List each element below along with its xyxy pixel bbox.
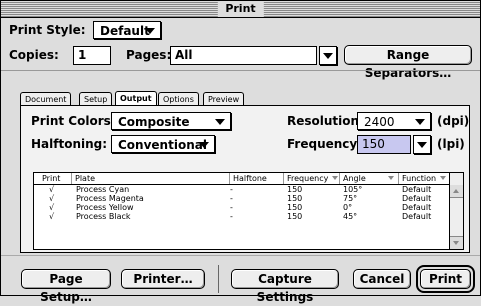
- chevron-down-icon: [199, 142, 209, 148]
- capture-settings-button[interactable]: Capture Settings: [231, 269, 339, 304]
- plates-table: Print Plate Halftone Frequency Angle Fun…: [33, 172, 464, 250]
- print-colors-popup[interactable]: Composite CMYK: [111, 112, 231, 147]
- pages-field[interactable]: All: [170, 46, 317, 65]
- column-header-frequency-label: Frequency: [287, 174, 329, 183]
- frequency-dropdown-button[interactable]: [413, 135, 431, 154]
- printer-button[interactable]: Printer…: [121, 269, 205, 289]
- print-style-label: Print Style:: [9, 23, 86, 37]
- chevron-down-icon: [417, 142, 427, 148]
- function-value: Default: [402, 212, 432, 221]
- frequency-label: Frequency:: [287, 137, 363, 151]
- page-setup-button[interactable]: Page Setup…: [21, 269, 111, 304]
- copies-field[interactable]: 1: [73, 46, 111, 65]
- tab-setup[interactable]: Setup: [79, 92, 113, 105]
- tab-preview[interactable]: Preview: [203, 92, 245, 105]
- column-header-frequency[interactable]: Frequency: [284, 173, 340, 184]
- print-colors-label: Print Colors:: [31, 114, 116, 128]
- halftoning-popup[interactable]: Conventional: [111, 135, 215, 153]
- column-header-print[interactable]: Print: [34, 173, 72, 184]
- sort-arrow-icon: [332, 176, 339, 180]
- pages-label: Pages:: [126, 48, 172, 62]
- halftoning-label: Halftoning:: [31, 137, 108, 151]
- sort-arrow-icon: [440, 176, 447, 180]
- frequency-unit: (lpi): [437, 137, 465, 151]
- print-dialog: Print Print Style: Default Copies: 1 Pag…: [0, 0, 481, 304]
- resolution-label: Resolution:: [287, 114, 364, 128]
- scroll-down-icon[interactable]: [450, 236, 463, 249]
- frequency-value: 150: [287, 212, 303, 221]
- chevron-down-icon: [145, 28, 155, 34]
- divider: [1, 255, 480, 256]
- halftoning-value: Conventional: [118, 138, 207, 152]
- print-style-value: Default: [100, 24, 150, 38]
- plate-name: Process Black: [76, 212, 131, 221]
- frequency-field[interactable]: 150: [357, 135, 411, 154]
- window-title: Print: [217, 1, 264, 17]
- resolution-unit: (dpi): [437, 114, 470, 128]
- column-header-halftone[interactable]: Halftone: [230, 173, 284, 184]
- title-bar[interactable]: Print: [1, 1, 480, 18]
- sort-arrow-icon: [387, 176, 394, 180]
- resolution-value: 2400: [364, 115, 395, 129]
- range-separators-button[interactable]: Range Separators…: [344, 45, 472, 80]
- table-scrollbar[interactable]: [449, 173, 463, 249]
- chevron-down-icon: [323, 53, 333, 59]
- divider: [1, 70, 480, 71]
- copies-label: Copies:: [9, 48, 59, 62]
- tab-document[interactable]: Document: [20, 92, 72, 105]
- pages-dropdown-button[interactable]: [319, 46, 337, 65]
- scroll-up-icon[interactable]: [450, 185, 463, 198]
- halftone-value: -: [230, 212, 233, 221]
- column-header-plate[interactable]: Plate: [72, 173, 230, 184]
- column-header-function[interactable]: Function: [399, 173, 449, 184]
- cancel-button[interactable]: Cancel: [353, 269, 411, 289]
- column-header-angle-label: Angle: [343, 174, 366, 183]
- column-header-angle[interactable]: Angle: [340, 173, 399, 184]
- print-check-icon[interactable]: √: [49, 212, 54, 222]
- chevron-down-icon: [415, 119, 425, 125]
- print-style-popup[interactable]: Default: [93, 21, 161, 39]
- chevron-down-icon: [215, 119, 225, 125]
- print-button[interactable]: Print: [420, 269, 471, 289]
- tab-output[interactable]: Output: [115, 91, 157, 105]
- resolution-popup[interactable]: 2400: [357, 112, 431, 130]
- angle-value: 45°: [343, 212, 358, 221]
- button-group-divider: [218, 265, 219, 293]
- tab-options[interactable]: Options: [158, 92, 199, 105]
- column-header-function-label: Function: [402, 174, 437, 183]
